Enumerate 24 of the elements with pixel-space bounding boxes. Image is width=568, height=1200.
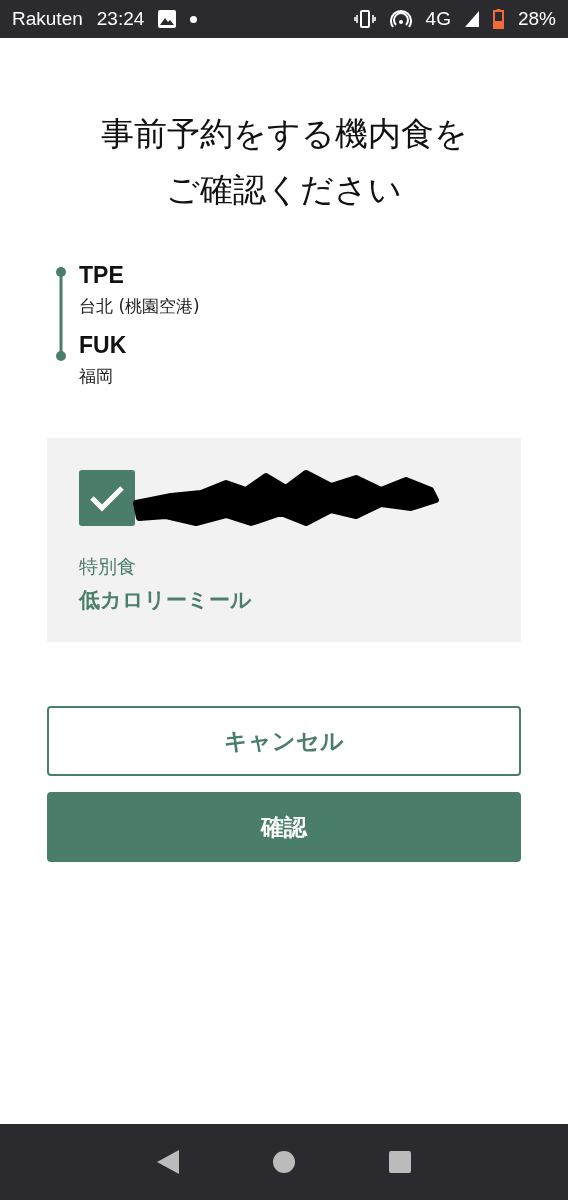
city-name: 福岡	[79, 365, 114, 388]
battery-icon	[492, 9, 504, 29]
home-icon[interactable]	[273, 1151, 295, 1173]
image-icon	[158, 10, 177, 28]
check-icon	[89, 484, 125, 512]
cancel-button[interactable]: キャンセル	[47, 706, 521, 776]
confirm-button[interactable]: 確認	[47, 792, 521, 862]
airport-code: FUK	[79, 332, 128, 359]
network-type: 4G	[425, 8, 451, 30]
city-name: 台北 (桃園空港)	[79, 295, 200, 318]
dot-icon	[190, 15, 198, 23]
signal-icon	[464, 11, 479, 27]
meal-name: 低カロリーミール	[79, 587, 253, 614]
page-title: 事前予約をする機内食を	[100, 113, 468, 155]
airport-code: TPE	[79, 262, 125, 289]
vibrate-icon	[353, 10, 376, 28]
battery-percent: 28%	[517, 8, 556, 30]
hotspot-icon	[389, 9, 412, 29]
carrier-name: Rakuten	[12, 8, 83, 30]
clock-time: 23:24	[96, 8, 145, 30]
meal-category: 特別食	[79, 554, 137, 579]
checkbox[interactable]	[79, 470, 135, 526]
back-icon[interactable]	[157, 1150, 179, 1174]
page-title: ご確認ください	[166, 169, 402, 211]
